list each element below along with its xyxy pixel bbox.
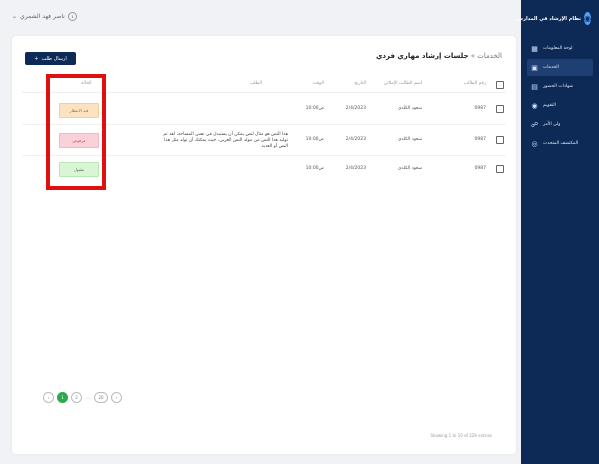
brand-title: نظام الإرشاد في المدارس xyxy=(516,15,582,22)
pagination: ‹ 1 2 ... 20 › xyxy=(43,392,122,403)
user-name: ناصر فهد الشمري xyxy=(20,13,65,20)
sidebar: ◉ نظام الإرشاد في المدارس ▦ لوحة المعلوم… xyxy=(516,0,599,464)
page-button-20[interactable]: 20 xyxy=(94,392,108,403)
next-page-button[interactable]: › xyxy=(111,392,122,403)
student-name: سعود الكلدي xyxy=(397,106,422,111)
sidebar-item-label: المكتشف المتحدث xyxy=(543,141,579,146)
sidebar-item-label: لوحة المعلومات xyxy=(543,46,573,51)
entries-summary: Showing 1 to 10 of 229 entries xyxy=(430,433,492,438)
calendar-icon: ◉ xyxy=(531,101,538,110)
request-text: هذا النص هو مثال لنص يمكن أن يستبدل في ن… xyxy=(163,132,288,149)
session-date: 2/4/2023 xyxy=(345,106,366,111)
user-menu[interactable]: ⌄ ناصر فهد الشمري ℹ xyxy=(12,12,77,21)
pagination-ellipsis: ... xyxy=(86,395,90,400)
column-header-time[interactable]: الوقت xyxy=(312,81,324,86)
session-time: 10:00ص xyxy=(305,166,324,171)
session-date: 2/4/2023 xyxy=(345,137,366,142)
student-id: 0987 xyxy=(474,166,486,171)
row-checkbox[interactable] xyxy=(496,136,504,144)
guardian-icon: ☍ xyxy=(530,120,539,129)
logo-icon: ◉ xyxy=(584,12,591,25)
student-id: 0987 xyxy=(474,137,486,142)
sidebar-item-services[interactable]: ▣ الخدمات xyxy=(527,59,593,76)
sidebar-item-guardian[interactable]: ☍ ولي الأمر xyxy=(527,116,593,133)
column-header-date[interactable]: التاريخ xyxy=(354,81,366,86)
sidebar-item-explorer[interactable]: ◎ المكتشف المتحدث xyxy=(527,135,593,152)
chevron-down-icon[interactable]: ⌄ xyxy=(12,13,17,20)
status-column-highlight xyxy=(46,74,106,190)
session-date: 2/4/2023 xyxy=(345,166,366,171)
explorer-icon: ◎ xyxy=(531,139,538,148)
sidebar-item-calendar[interactable]: ◉ التقويم xyxy=(527,97,593,114)
user-icon: ℹ xyxy=(67,12,77,21)
session-time: 10:00ص xyxy=(305,137,324,142)
row-checkbox[interactable] xyxy=(496,165,504,173)
services-icon: ▣ xyxy=(531,63,538,72)
student-name: سعود الكلدي xyxy=(397,166,422,171)
dashboard-icon: ▦ xyxy=(531,44,538,53)
prev-page-button[interactable]: ‹ xyxy=(43,392,54,403)
sidebar-item-label: شهادات الحضور xyxy=(543,84,574,89)
select-all-checkbox[interactable] xyxy=(496,81,504,89)
page-button-2[interactable]: 2 xyxy=(71,392,82,403)
breadcrumb[interactable]: الخدمات xyxy=(477,52,502,60)
sidebar-item-dashboard[interactable]: ▦ لوحة المعلومات xyxy=(527,40,593,57)
column-header-student-id[interactable]: رقم الطالب xyxy=(464,81,486,86)
plus-icon: + xyxy=(34,55,39,62)
certificate-icon: ▤ xyxy=(531,82,538,91)
sidebar-item-label: التقويم xyxy=(543,103,556,108)
sidebar-item-certificates[interactable]: ▤ شهادات الحضور xyxy=(527,78,593,95)
student-name: سعود الكلدي xyxy=(397,137,422,142)
brand[interactable]: ◉ نظام الإرشاد في المدارس xyxy=(516,12,591,25)
send-request-button[interactable]: ارسال طلب + xyxy=(25,52,76,65)
sidebar-item-label: ولي الأمر xyxy=(543,122,561,127)
breadcrumb-separator: » xyxy=(468,52,478,60)
sidebar-nav: ▦ لوحة المعلومات ▣ الخدمات ▤ شهادات الحض… xyxy=(527,40,593,154)
row-checkbox[interactable] xyxy=(496,105,504,113)
page-heading: جلسات إرشاد مهاري فردي xyxy=(376,52,469,60)
send-request-label: ارسال طلب xyxy=(41,55,67,62)
column-header-student-name[interactable]: اسم الطالب الإملائي xyxy=(384,81,422,86)
column-header-request: الطلب xyxy=(249,81,262,86)
student-id: 0987 xyxy=(474,106,486,111)
session-time: 10:00ص xyxy=(305,106,324,111)
page-title: الخدمات » جلسات إرشاد مهاري فردي xyxy=(376,52,502,60)
sidebar-item-label: الخدمات xyxy=(543,65,559,70)
page-button-1[interactable]: 1 xyxy=(57,392,68,403)
